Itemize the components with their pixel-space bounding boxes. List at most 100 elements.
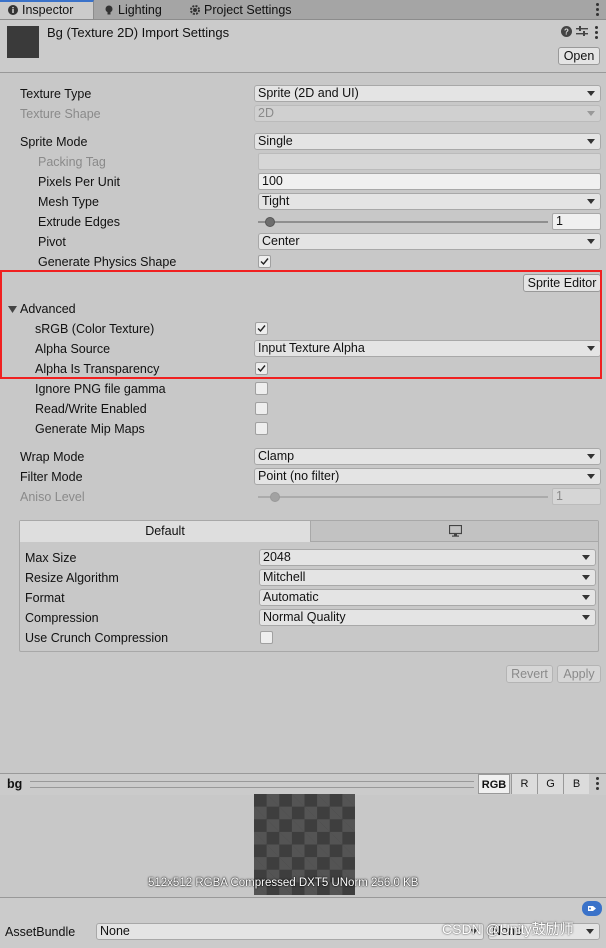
use-crunch-checkbox[interactable] (260, 631, 273, 644)
channel-g-label: G (546, 778, 555, 790)
chevron-down-icon (582, 555, 590, 560)
asset-bundle-dropdown[interactable]: None (96, 923, 484, 940)
texture-thumbnail (7, 26, 39, 58)
format-label: Format (25, 591, 65, 605)
wrap-mode-value: Clamp (258, 449, 295, 463)
tab-standalone[interactable] (311, 521, 598, 542)
gear-icon (190, 5, 200, 15)
sprite-mode-dropdown[interactable]: Single (254, 133, 601, 150)
apply-button[interactable]: Apply (557, 665, 601, 683)
tab-bar: Inspector Lighting Project Settings (0, 0, 606, 20)
channel-r-button[interactable]: R (511, 774, 537, 794)
highlight-box (0, 270, 602, 379)
tab-default[interactable]: Default (20, 521, 311, 542)
pixels-per-unit-input[interactable]: 100 (258, 173, 601, 190)
pivot-value: Center (262, 234, 300, 248)
help-icon[interactable]: ? (561, 26, 572, 37)
channel-g-button[interactable]: G (537, 774, 563, 794)
mip-maps-label: Generate Mip Maps (35, 422, 145, 436)
max-size-label: Max Size (25, 551, 77, 565)
wrap-mode-dropdown[interactable]: Clamp (254, 448, 601, 465)
texture-type-dropdown[interactable]: Sprite (2D and UI) (254, 85, 601, 102)
preview-more-icon[interactable] (596, 777, 599, 790)
channel-b-button[interactable]: B (563, 774, 589, 794)
chevron-down-icon (587, 111, 595, 116)
mesh-type-label: Mesh Type (38, 195, 99, 209)
aniso-level-input: 1 (552, 488, 601, 505)
filter-mode-dropdown[interactable]: Point (no filter) (254, 468, 601, 485)
channel-rgb-button[interactable]: RGB (478, 774, 510, 794)
info-icon (8, 5, 18, 15)
generate-physics-shape-label: Generate Physics Shape (38, 255, 177, 269)
tab-lighting-label: Lighting (118, 3, 162, 17)
texture-shape-value: 2D (258, 106, 274, 120)
tab-lighting[interactable]: Lighting (104, 0, 162, 19)
lightbulb-icon (105, 5, 113, 15)
pixels-per-unit-value: 100 (262, 174, 283, 188)
watermark-text: CSDN @Unity鼓励师 (442, 921, 574, 937)
compression-dropdown[interactable]: Normal Quality (259, 609, 596, 626)
pivot-label: Pivot (38, 235, 66, 249)
aniso-level-slider-handle (270, 492, 281, 502)
format-value: Automatic (263, 590, 319, 604)
revert-button-label: Revert (511, 667, 548, 681)
channel-b-label: B (572, 778, 581, 790)
extrude-edges-slider-track[interactable] (258, 221, 548, 223)
page-title: Bg (Texture 2D) Import Settings (47, 25, 230, 40)
sprite-mode-value: Single (258, 134, 293, 148)
tab-default-label: Default (145, 524, 185, 538)
header-more-icon[interactable] (595, 26, 598, 39)
sprite-mode-label: Sprite Mode (20, 135, 88, 149)
filter-mode-value: Point (no filter) (258, 469, 340, 483)
read-write-checkbox[interactable] (255, 402, 268, 415)
resize-algorithm-label: Resize Algorithm (25, 571, 119, 585)
asset-bundle-value: None (100, 924, 130, 938)
label-tag-icon[interactable] (582, 901, 602, 916)
extrude-edges-input[interactable]: 1 (552, 213, 601, 230)
checkmark-icon (260, 258, 269, 266)
preview-title: bg (7, 777, 23, 791)
packing-tag-label: Packing Tag (38, 155, 106, 169)
extrude-edges-slider-handle[interactable] (264, 217, 275, 227)
apply-button-label: Apply (563, 667, 595, 681)
revert-button[interactable]: Revert (506, 665, 553, 683)
aniso-level-label: Aniso Level (20, 490, 85, 504)
mip-maps-checkbox[interactable] (255, 422, 268, 435)
filter-mode-label: Filter Mode (20, 470, 83, 484)
pivot-dropdown[interactable]: Center (258, 233, 601, 250)
extrude-edges-label: Extrude Edges (38, 215, 120, 229)
channel-rgb-label: RGB (481, 779, 507, 791)
aniso-level-slider-track (258, 496, 548, 498)
aniso-level-value: 1 (556, 489, 563, 503)
wrap-mode-label: Wrap Mode (20, 450, 85, 464)
preview-drag-handle[interactable] (30, 781, 474, 788)
chevron-down-icon (587, 239, 595, 244)
pixels-per-unit-label: Pixels Per Unit (38, 175, 120, 189)
chevron-down-icon (587, 139, 595, 144)
open-button[interactable]: Open (558, 47, 600, 65)
chevron-down-icon (587, 199, 595, 204)
extrude-edges-value: 1 (556, 214, 563, 228)
ignore-png-gamma-checkbox[interactable] (255, 382, 268, 395)
max-size-value: 2048 (263, 550, 291, 564)
open-button-label: Open (563, 49, 595, 63)
tab-project-settings[interactable]: Project Settings (190, 0, 292, 19)
tab-menu-icon[interactable] (596, 3, 599, 16)
compression-label: Compression (25, 611, 99, 625)
mesh-type-value: Tight (262, 194, 290, 208)
chevron-down-icon (586, 929, 594, 934)
format-dropdown[interactable]: Automatic (259, 589, 596, 606)
chevron-down-icon (587, 454, 595, 459)
tab-inspector[interactable]: Inspector (0, 0, 94, 19)
chevron-down-icon (582, 575, 590, 580)
max-size-dropdown[interactable]: 2048 (259, 549, 596, 566)
presets-icon[interactable] (576, 26, 588, 37)
generate-physics-shape-checkbox[interactable] (258, 255, 271, 268)
texture-type-value: Sprite (2D and UI) (258, 86, 359, 100)
resize-algorithm-value: Mitchell (263, 570, 306, 584)
ignore-png-gamma-label: Ignore PNG file gamma (35, 382, 166, 396)
texture-shape-dropdown: 2D (254, 105, 601, 122)
mesh-type-dropdown[interactable]: Tight (258, 193, 601, 210)
texture-type-label: Texture Type (20, 87, 92, 101)
resize-algorithm-dropdown[interactable]: Mitchell (259, 569, 596, 586)
